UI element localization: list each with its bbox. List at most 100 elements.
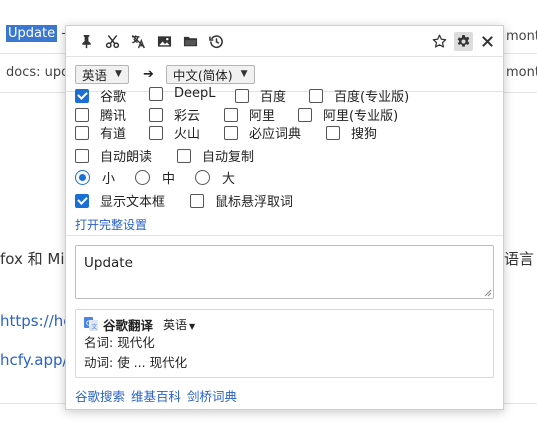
engine-tencent-checkbox[interactable]: 腾讯 — [75, 105, 126, 124]
svg-text:文: 文 — [91, 323, 97, 331]
caret-down-icon: ▼ — [189, 321, 196, 331]
engine-bing-dict-checkbox[interactable]: 必应词典 — [224, 123, 301, 142]
engine-label: 百度 — [260, 90, 287, 105]
definition-text: 使 ... 现代化 — [117, 355, 188, 370]
engine-baidu-checkbox[interactable]: 百度 — [235, 86, 286, 105]
option-label: 中 — [162, 172, 176, 187]
hover-word-checkbox[interactable]: 鼠标悬浮取词 — [190, 191, 293, 210]
part-of-speech: 名词: — [84, 335, 114, 350]
image-icon[interactable] — [156, 33, 173, 50]
result-language-value: 英语 — [163, 317, 188, 332]
option-label: 自动复制 — [202, 150, 255, 165]
engine-caiyun-checkbox[interactable]: 彩云 — [149, 105, 200, 124]
body-text-left: fox 和 Mic — [0, 250, 73, 268]
source-language-value: 英语 — [82, 67, 108, 83]
definition-text: 现代化 — [117, 335, 155, 350]
footer-links: 谷歌搜索 维基百科 剑桥词典 — [75, 386, 237, 405]
language-selector-row: 英语 ▼ ➔ 中文(简体) ▼ — [75, 57, 494, 87]
engine-name: 谷歌翻译 — [103, 317, 154, 333]
engine-sogou-checkbox[interactable]: 搜狗 — [326, 123, 377, 142]
engine-google-checkbox[interactable]: 谷歌 — [75, 86, 126, 105]
engine-label: 腾讯 — [100, 109, 127, 124]
auto-read-checkbox[interactable]: 自动朗读 — [75, 146, 152, 165]
target-language-value: 中文(简体) — [172, 67, 233, 83]
google-translate-icon: G 文 — [84, 317, 98, 331]
checkbox-box — [190, 193, 204, 208]
size-small-radio[interactable]: 小 — [75, 168, 115, 187]
star-icon[interactable] — [431, 33, 448, 50]
option-label: 自动朗读 — [100, 150, 153, 165]
source-text-input[interactable] — [76, 246, 493, 298]
body-text-right: 语言 — [504, 250, 535, 268]
engine-ali-pro-checkbox[interactable]: 阿里(专业版) — [298, 105, 398, 124]
engine-baidu-pro-checkbox[interactable]: 百度(专业版) — [309, 86, 409, 105]
radio-circle — [75, 170, 90, 185]
history-icon[interactable] — [208, 33, 225, 50]
checkbox-box — [149, 86, 163, 101]
engine-label: 百度(专业版) — [334, 90, 410, 105]
highlighted-word: Update — [6, 25, 58, 42]
engine-label: 谷歌 — [100, 90, 127, 105]
target-language-select[interactable]: 中文(简体) ▼ — [165, 64, 255, 84]
result-language-select[interactable]: 英语 ▼ — [163, 316, 195, 333]
engine-ali-checkbox[interactable]: 阿里 — [224, 105, 275, 124]
background-row-1: Update -- — [6, 25, 71, 42]
engine-label: 火山 — [174, 127, 201, 142]
checkbox-box — [298, 107, 312, 122]
background-link-2[interactable]: hcfy.app/ — [0, 351, 68, 369]
open-full-settings-link[interactable]: 打开完整设置 — [75, 216, 147, 233]
part-of-speech: 动词: — [84, 355, 114, 370]
source-language-select[interactable]: 英语 ▼ — [75, 64, 129, 84]
engine-volcano-checkbox[interactable]: 火山 — [149, 123, 200, 142]
translator-popup: 英语 ▼ ➔ 中文(简体) ▼ 谷歌 DeepL 百度 百度(专业版) 腾讯 彩… — [65, 25, 504, 410]
engine-label: DeepL — [174, 86, 216, 101]
checkbox-box — [75, 107, 89, 122]
cambridge-dictionary-link[interactable]: 剑桥词典 — [187, 386, 237, 405]
engine-label: 阿里 — [249, 109, 276, 124]
gear-icon[interactable] — [454, 31, 473, 51]
no-translate-icon[interactable] — [130, 33, 147, 50]
row2-right-text: mont — [506, 65, 537, 80]
checkbox-box — [309, 88, 323, 103]
translation-result-card: G 文 谷歌翻译 英语 ▼ 名词: 现代化 动词: 使 ... 现代化 — [75, 309, 494, 378]
divider — [66, 235, 503, 236]
checkbox-box — [75, 125, 89, 140]
engine-label: 必应词典 — [249, 127, 302, 142]
auto-copy-checkbox[interactable]: 自动复制 — [177, 146, 254, 165]
show-textbox-checkbox[interactable]: 显示文本框 — [75, 191, 165, 210]
size-medium-radio[interactable]: 中 — [135, 168, 175, 187]
google-search-link[interactable]: 谷歌搜索 — [75, 386, 125, 405]
checkbox-box — [326, 125, 340, 140]
option-label: 大 — [222, 172, 236, 187]
engine-label: 有道 — [100, 127, 127, 142]
engine-label: 搜狗 — [351, 127, 378, 142]
radio-circle — [135, 170, 150, 185]
pin-icon[interactable] — [78, 33, 95, 50]
row2-left-text[interactable]: docs: upd — [6, 65, 69, 80]
size-large-radio[interactable]: 大 — [195, 168, 235, 187]
folder-icon[interactable] — [182, 33, 199, 50]
background-link-1[interactable]: https://hc — [0, 312, 72, 330]
engine-label: 阿里(专业版) — [323, 109, 399, 124]
row1-right-text: mont — [506, 29, 537, 44]
scissors-icon[interactable] — [104, 33, 121, 50]
engine-label: 彩云 — [174, 109, 201, 124]
chevron-down-icon: ▼ — [240, 69, 248, 79]
definition-row: 名词: 现代化 — [84, 333, 485, 353]
checkbox-box — [75, 88, 89, 103]
engine-deepl-checkbox[interactable]: DeepL — [149, 86, 216, 101]
resize-grip-icon[interactable] — [484, 289, 492, 297]
popup-toolbar — [66, 26, 503, 57]
checkbox-box — [235, 88, 249, 103]
engine-youdao-checkbox[interactable]: 有道 — [75, 123, 126, 142]
close-icon[interactable] — [479, 33, 496, 50]
checkbox-box — [177, 148, 191, 163]
wikipedia-link[interactable]: 维基百科 — [131, 386, 181, 405]
checkbox-box — [224, 125, 238, 140]
chevron-down-icon: ▼ — [115, 69, 122, 79]
definition-row: 动词: 使 ... 现代化 — [84, 353, 485, 373]
radio-circle — [195, 170, 210, 185]
option-label: 显示文本框 — [100, 195, 166, 210]
source-text-box — [75, 245, 494, 299]
option-label: 鼠标悬浮取词 — [215, 195, 294, 210]
